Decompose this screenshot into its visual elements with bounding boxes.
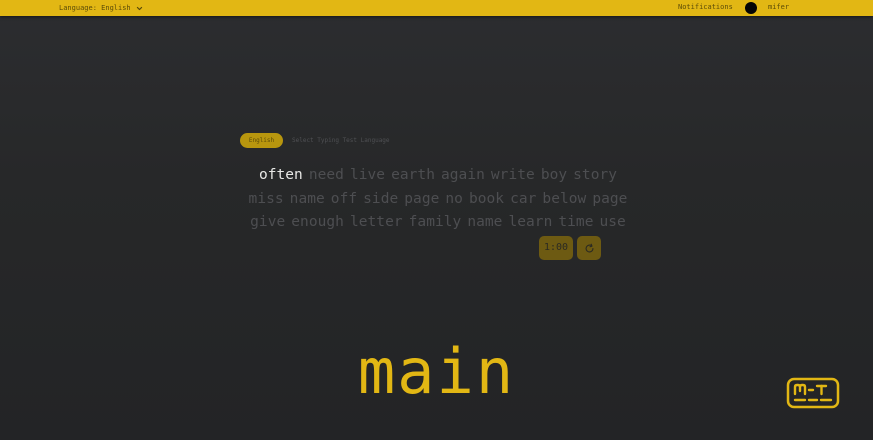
word: enough <box>291 214 344 230</box>
word: off <box>330 190 358 207</box>
refresh-icon <box>585 243 593 252</box>
mt-logo-icon[interactable] <box>786 377 840 409</box>
word-line: often need live earth again write boy story <box>236 164 640 188</box>
word: page <box>404 190 440 207</box>
word: below <box>542 190 587 207</box>
word: again <box>441 167 485 183</box>
word-line: miss name off side page no book car below page <box>236 188 640 212</box>
username-link[interactable]: mifer <box>768 3 789 11</box>
word: name <box>467 214 503 230</box>
word: story <box>573 167 618 183</box>
restart-button[interactable] <box>577 236 601 260</box>
typing-words[interactable]: often need live earth again write boy story miss… <box>236 164 640 235</box>
language-select-label: Language: English <box>59 4 131 12</box>
active-word: often <box>258 167 303 183</box>
language-select[interactable]: Language: English <box>59 3 143 13</box>
word: write <box>490 167 535 183</box>
word: page <box>592 190 628 207</box>
language-hint: Select Typing Test Language <box>292 137 390 144</box>
main-label: main <box>357 335 516 408</box>
word: live <box>349 167 386 183</box>
word: no <box>445 190 463 207</box>
word: book <box>468 190 505 207</box>
word: use <box>599 214 626 230</box>
word: earth <box>391 167 435 183</box>
top-bar: Language: English Notifications mifer <box>0 0 873 16</box>
word: side <box>363 190 399 207</box>
timer-display: 1:00 <box>539 236 573 260</box>
word: family <box>408 214 462 230</box>
avatar[interactable] <box>745 2 757 14</box>
word: car <box>510 190 537 207</box>
word: learn <box>508 214 553 230</box>
word: boy <box>540 167 568 183</box>
word: letter <box>349 214 403 230</box>
word: time <box>558 214 594 230</box>
word: give <box>250 214 286 230</box>
word: name <box>289 190 325 207</box>
word-line: give enough letter family name learn time use <box>236 211 640 235</box>
word: miss <box>248 190 284 207</box>
chevron-down-icon <box>136 6 142 10</box>
page: Language: English Notifications mifer En… <box>0 0 873 440</box>
word: need <box>308 167 344 183</box>
notifications-link[interactable]: Notifications <box>678 3 733 11</box>
language-chip[interactable]: English <box>240 133 283 148</box>
